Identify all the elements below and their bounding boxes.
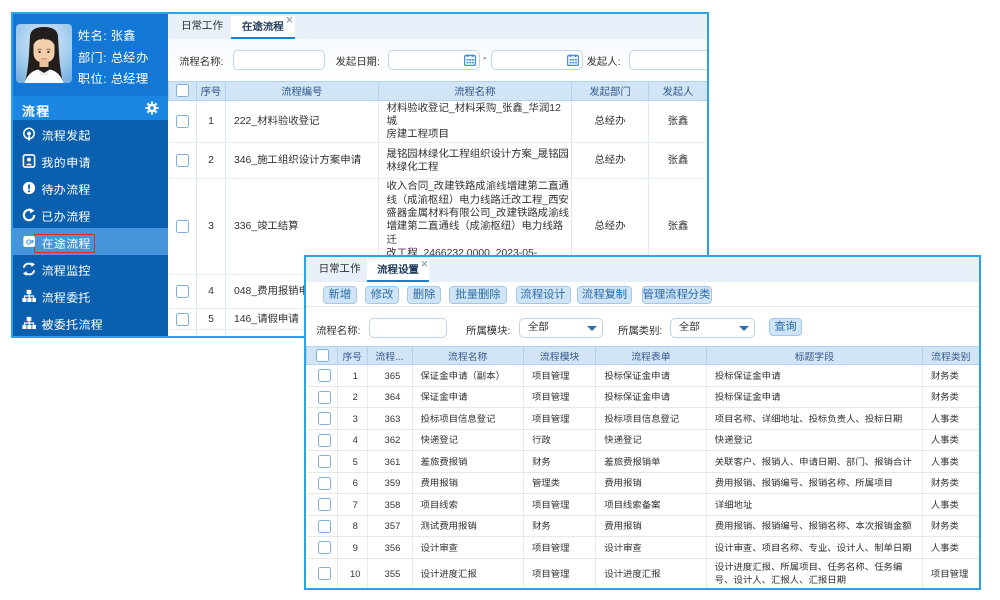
svg-text:G: G	[26, 238, 32, 246]
